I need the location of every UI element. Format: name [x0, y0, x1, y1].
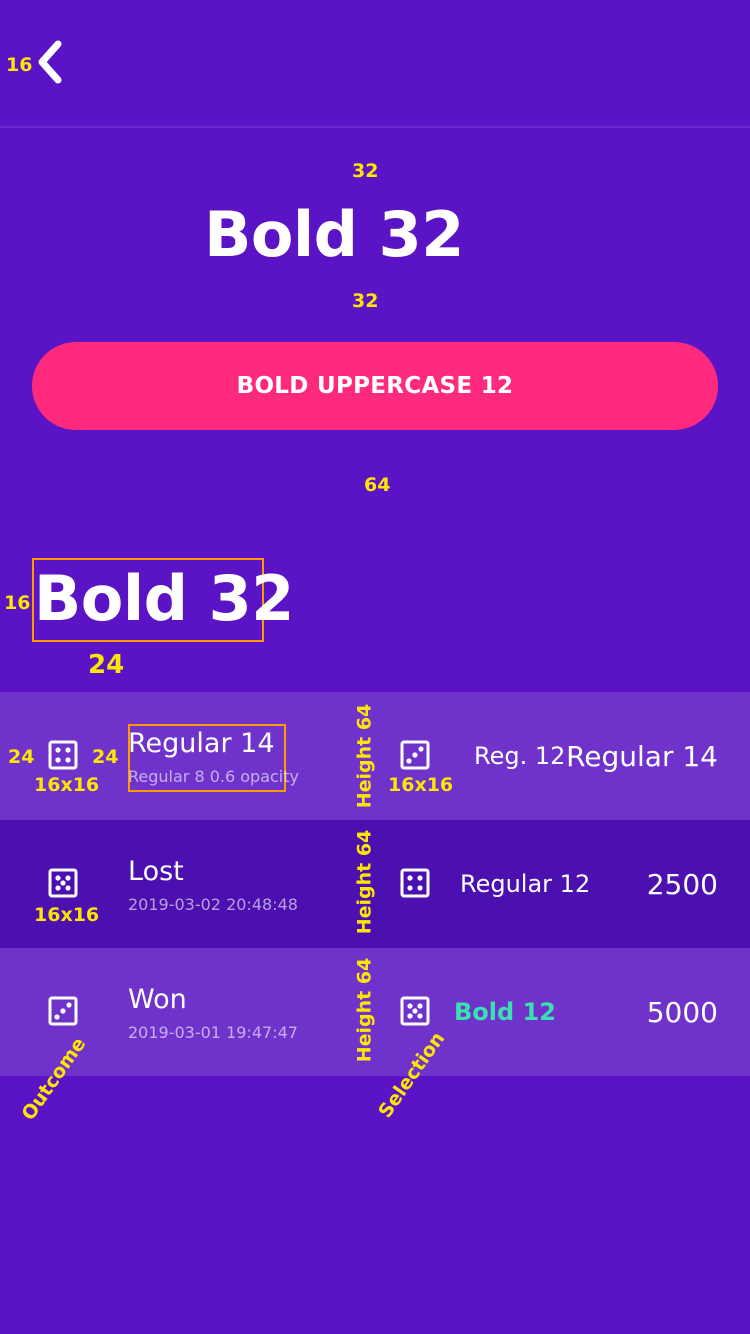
dice-four-icon — [48, 740, 78, 770]
row-1-mid-label: Reg. 12 — [474, 742, 566, 770]
annotation-icon-size-3: 16x16 — [34, 904, 100, 926]
dice-three-icon — [400, 740, 430, 770]
annotation-section-gap: 64 — [364, 474, 391, 496]
annotation-bottom-gap: 32 — [352, 290, 379, 312]
row-2-mid-label: Regular 12 — [460, 870, 591, 898]
row-2-title: Lost — [128, 856, 184, 887]
annotation-icon-size-2: 16x16 — [388, 774, 454, 796]
primary-button[interactable]: BOLD UPPERCASE 12 — [32, 342, 718, 430]
row-1-title: Regular 14 — [128, 728, 275, 759]
row-3-title: Won — [128, 984, 187, 1015]
header-divider — [0, 126, 750, 128]
dice-five-icon — [400, 996, 430, 1026]
annotation-height-3: Height 64 — [353, 957, 376, 1063]
page-title: Bold 32 — [204, 198, 464, 271]
annotation-icon-size-1: 16x16 — [34, 774, 100, 796]
annotation-top-gap: 32 — [352, 160, 379, 182]
annotation-below-title: 24 — [88, 650, 125, 680]
section-title: Bold 32 — [34, 562, 294, 635]
row-3-subtitle: 2019-03-01 19:47:47 — [128, 1023, 298, 1042]
row-3-value: 5000 — [646, 996, 718, 1029]
row-2-subtitle: 2019-03-02 20:48:48 — [128, 895, 298, 914]
annotation-height-1: Height 64 — [353, 703, 376, 809]
row-3-mid-label: Bold 12 — [454, 998, 556, 1026]
back-button[interactable] — [30, 40, 70, 88]
row-1-value: Regular 14 — [566, 740, 718, 773]
row-2-value: 2500 — [646, 868, 718, 901]
annotation-back-pad: 16 — [6, 54, 33, 76]
dice-five-icon — [48, 868, 78, 898]
annotation-icon-right: 24 — [92, 746, 119, 768]
annotation-icon-left: 24 — [8, 746, 35, 768]
annotation-title-pad: 16 — [4, 592, 31, 614]
dice-four-icon — [400, 868, 430, 898]
row-1-subtitle: Regular 8 0.6 opacity — [128, 767, 299, 786]
chevron-left-icon — [36, 40, 64, 88]
annotation-height-2: Height 64 — [353, 829, 376, 935]
dice-three-icon — [48, 996, 78, 1026]
